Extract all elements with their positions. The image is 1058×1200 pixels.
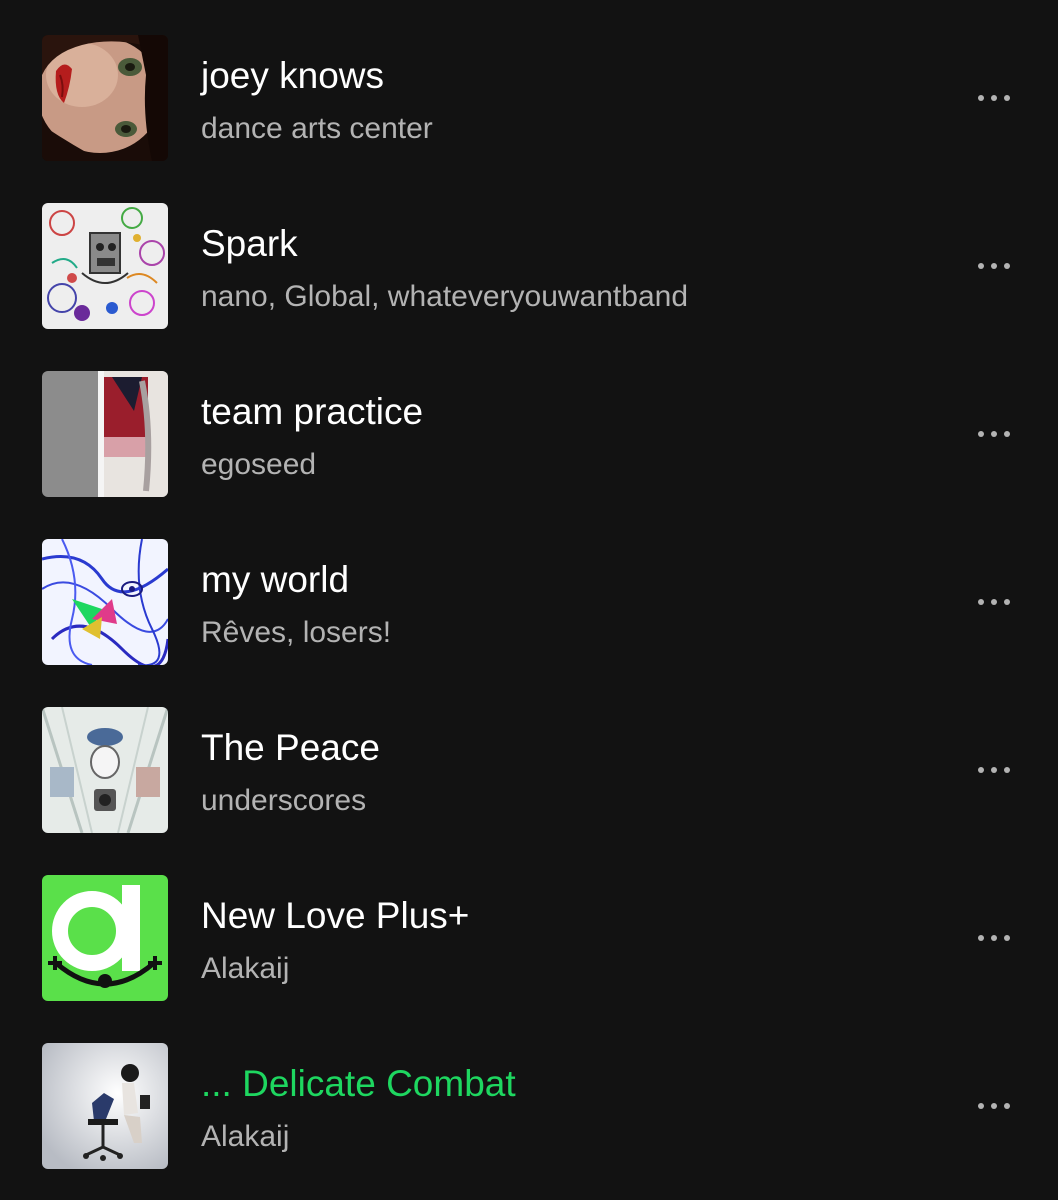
album-art-doodles bbox=[42, 203, 168, 329]
more-options-icon bbox=[978, 767, 984, 773]
track-row-team-practice[interactable]: team practice egoseed bbox=[0, 336, 1058, 504]
album-art-chair-photo bbox=[42, 1043, 168, 1169]
track-artist: Alakaij bbox=[201, 1120, 290, 1153]
track-artist: dance arts center bbox=[201, 112, 433, 145]
album-art-blue-drawing bbox=[42, 539, 168, 665]
track-title-now-playing: ... Delicate Combat bbox=[201, 1063, 516, 1104]
track-title: my world bbox=[201, 559, 350, 600]
more-options-button[interactable] bbox=[962, 412, 1026, 456]
album-art-portrait bbox=[42, 35, 168, 161]
track-artist: underscores bbox=[201, 784, 367, 817]
track-artist: egoseed bbox=[201, 448, 317, 481]
track-list: joey knows dance arts center Spark nano,… bbox=[0, 0, 1058, 1200]
track-row-delicate-combat[interactable]: ... Delicate Combat Alakaij bbox=[0, 1008, 1058, 1176]
track-artist: Alakaij bbox=[201, 952, 290, 985]
track-artist: nano, Global, whateveryouwantband bbox=[201, 280, 689, 313]
track-title: team practice bbox=[201, 391, 424, 432]
track-title: New Love Plus+ bbox=[201, 895, 470, 936]
album-art-gray-photo bbox=[42, 371, 168, 497]
more-options-button[interactable] bbox=[962, 580, 1026, 624]
track-artist: Rêves, losers! bbox=[201, 616, 392, 649]
more-options-icon bbox=[978, 1103, 984, 1109]
track-title: joey knows bbox=[201, 55, 385, 96]
album-art-green-logo bbox=[42, 875, 168, 1001]
track-row-spark[interactable]: Spark nano, Global, whateveryouwantband bbox=[0, 168, 1058, 336]
more-options-button[interactable] bbox=[962, 1084, 1026, 1128]
more-options-icon bbox=[978, 599, 984, 605]
track-title: The Peace bbox=[201, 727, 380, 768]
album-art-pale-illustration bbox=[42, 707, 168, 833]
track-row-my-world[interactable]: my world Rêves, losers! bbox=[0, 504, 1058, 672]
track-title: Spark bbox=[201, 223, 298, 264]
more-options-icon bbox=[978, 263, 984, 269]
more-options-button[interactable] bbox=[962, 76, 1026, 120]
track-row-the-peace[interactable]: The Peace underscores bbox=[0, 672, 1058, 840]
more-options-icon bbox=[978, 935, 984, 941]
more-options-button[interactable] bbox=[962, 244, 1026, 288]
more-options-button[interactable] bbox=[962, 916, 1026, 960]
more-options-icon bbox=[978, 95, 984, 101]
more-options-icon bbox=[978, 431, 984, 437]
more-options-button[interactable] bbox=[962, 748, 1026, 792]
track-row-joey-knows[interactable]: joey knows dance arts center bbox=[0, 0, 1058, 168]
track-row-new-love-plus[interactable]: New Love Plus+ Alakaij bbox=[0, 840, 1058, 1008]
